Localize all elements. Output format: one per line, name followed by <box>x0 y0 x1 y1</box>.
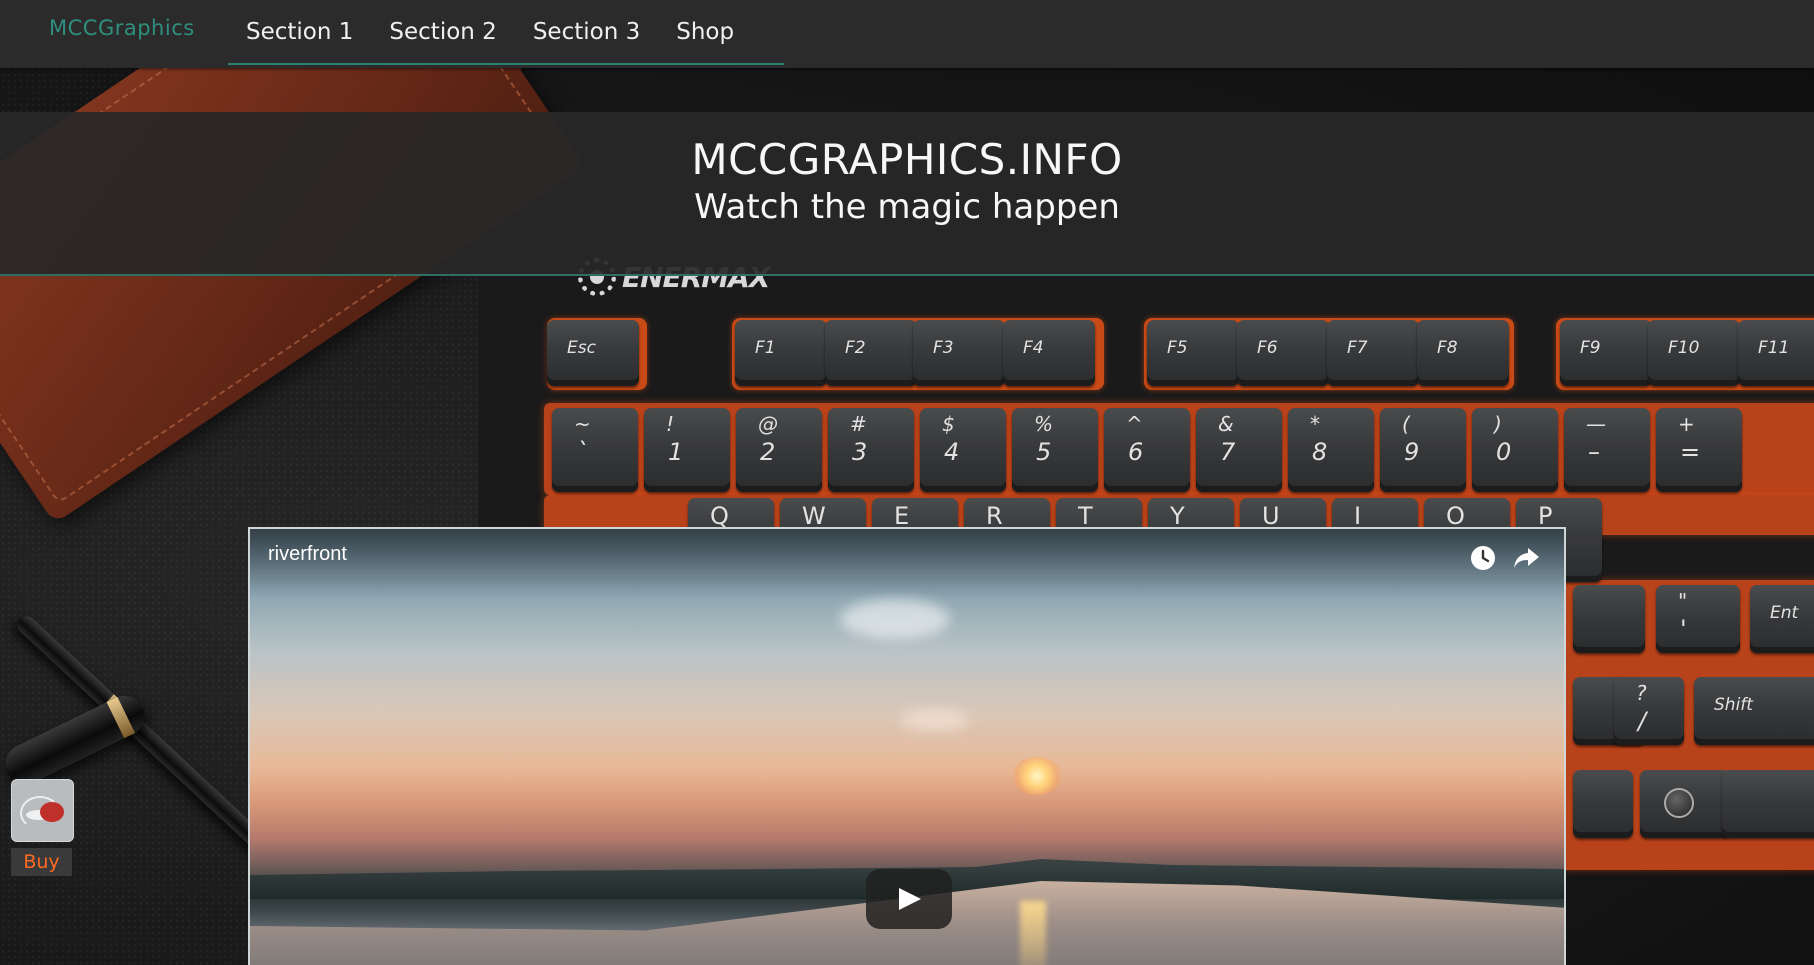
number-key: @2 <box>736 408 822 492</box>
nav-link-section-2[interactable]: Section 2 <box>371 2 514 62</box>
number-key: (9 <box>1380 408 1466 492</box>
number-key: ~ ` <box>552 408 638 492</box>
number-key: ) 0 <box>1472 408 1558 492</box>
number-key: ^ 6 <box>1104 408 1190 492</box>
key-f5: F5 <box>1147 320 1239 386</box>
play-button[interactable] <box>866 869 952 929</box>
number-key: — – <box>1564 408 1650 492</box>
hero-title: MCCGRAPHICS.INFO <box>691 135 1123 184</box>
share-icon[interactable] <box>1512 545 1540 571</box>
nav-link-shop[interactable]: Shop <box>658 2 752 62</box>
hero-banner: MCCGRAPHICS.INFO Watch the magic happen <box>0 112 1814 276</box>
nav-links: Section 1 Section 2 Section 3 Shop <box>228 0 784 65</box>
buy-button[interactable]: Buy <box>11 848 72 876</box>
key-f7: F7 <box>1327 320 1419 386</box>
buy-widget: Buy <box>11 779 74 876</box>
key-f11: F11 <box>1738 320 1814 386</box>
key-f2: F2 <box>825 320 917 386</box>
number-key: #3 <box>828 408 914 492</box>
key-f9: F9 <box>1560 320 1652 386</box>
sun-image <box>1012 757 1062 795</box>
top-navbar: MCCGraphics Section 1 Section 2 Section … <box>0 0 1814 68</box>
number-key: * 8 <box>1288 408 1374 492</box>
number-key: $4 <box>920 408 1006 492</box>
number-key: ! 1 <box>644 408 730 492</box>
video-embed[interactable]: riverfront <box>248 527 1566 965</box>
nav-link-section-3[interactable]: Section 3 <box>515 2 658 62</box>
product-thumbnail[interactable] <box>11 779 74 842</box>
key-f4: F4 <box>1003 320 1095 386</box>
nav-link-section-1[interactable]: Section 1 <box>228 2 371 62</box>
key-f8: F8 <box>1417 320 1509 386</box>
key-f6: F6 <box>1237 320 1329 386</box>
video-title[interactable]: riverfront <box>268 543 347 566</box>
watch-later-icon[interactable] <box>1470 545 1496 571</box>
key-f3: F3 <box>913 320 1005 386</box>
number-key: & 7 <box>1196 408 1282 492</box>
number-key: % 5 <box>1012 408 1098 492</box>
hero-subtitle: Watch the magic happen <box>694 187 1120 227</box>
windows-key-icon <box>1664 788 1694 818</box>
key-esc: Esc <box>547 320 639 386</box>
key-f1: F1 <box>735 320 827 386</box>
key-f10: F10 <box>1648 320 1740 386</box>
brand-link[interactable]: MCCGraphics <box>49 16 195 40</box>
number-key: + = <box>1656 408 1742 492</box>
